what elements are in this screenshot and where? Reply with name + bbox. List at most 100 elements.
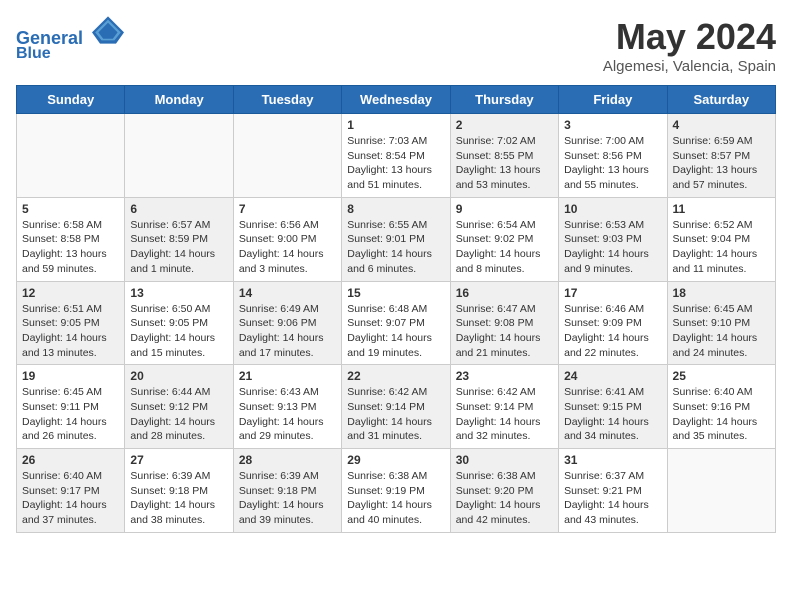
day-number: 1 xyxy=(347,118,444,132)
calendar-week-2: 5 Sunrise: 6:58 AM Sunset: 8:58 PM Daylig… xyxy=(17,197,776,281)
day-info: Sunrise: 6:40 AM Sunset: 9:16 PM Dayligh… xyxy=(673,385,770,444)
day-number: 20 xyxy=(130,369,227,383)
weekday-header-sunday: Sunday xyxy=(17,86,125,114)
day-number: 12 xyxy=(22,286,119,300)
calendar-cell: 8 Sunrise: 6:55 AM Sunset: 9:01 PM Daylig… xyxy=(342,197,450,281)
day-info: Sunrise: 6:56 AM Sunset: 9:00 PM Dayligh… xyxy=(239,218,336,277)
calendar-cell: 16 Sunrise: 6:47 AM Sunset: 9:08 PM Dayli… xyxy=(450,281,558,365)
day-info: Sunrise: 6:55 AM Sunset: 9:01 PM Dayligh… xyxy=(347,218,444,277)
calendar-table: SundayMondayTuesdayWednesdayThursdayFrid… xyxy=(16,85,776,533)
day-info: Sunrise: 7:00 AM Sunset: 8:56 PM Dayligh… xyxy=(564,134,661,193)
weekday-header-row: SundayMondayTuesdayWednesdayThursdayFrid… xyxy=(17,86,776,114)
day-number: 6 xyxy=(130,202,227,216)
weekday-header-wednesday: Wednesday xyxy=(342,86,450,114)
day-info: Sunrise: 6:39 AM Sunset: 9:18 PM Dayligh… xyxy=(130,469,227,528)
calendar-cell: 26 Sunrise: 6:40 AM Sunset: 9:17 PM Dayli… xyxy=(17,449,125,533)
day-number: 4 xyxy=(673,118,770,132)
day-number: 25 xyxy=(673,369,770,383)
calendar-cell: 6 Sunrise: 6:57 AM Sunset: 8:59 PM Daylig… xyxy=(125,197,233,281)
calendar-cell: 7Sunrise: 6:56 AM Sunset: 9:00 PM Daylig… xyxy=(233,197,341,281)
day-info: Sunrise: 6:54 AM Sunset: 9:02 PM Dayligh… xyxy=(456,218,553,277)
calendar-cell: 18 Sunrise: 6:45 AM Sunset: 9:10 PM Dayli… xyxy=(667,281,775,365)
month-title: May 2024 xyxy=(603,16,776,58)
calendar-week-3: 12 Sunrise: 6:51 AM Sunset: 9:05 PM Dayli… xyxy=(17,281,776,365)
day-info: Sunrise: 6:39 AM Sunset: 9:18 PM Dayligh… xyxy=(239,469,336,528)
day-number: 30 xyxy=(456,453,553,467)
calendar-cell: 31 Sunrise: 6:37 AM Sunset: 9:21 PM Dayli… xyxy=(559,449,667,533)
weekday-header-friday: Friday xyxy=(559,86,667,114)
logo-icon xyxy=(92,16,124,44)
weekday-header-saturday: Saturday xyxy=(667,86,775,114)
calendar-cell: 15 Sunrise: 6:48 AM Sunset: 9:07 PM Dayli… xyxy=(342,281,450,365)
day-info: Sunrise: 6:38 AM Sunset: 9:20 PM Dayligh… xyxy=(456,469,553,528)
calendar-cell: 9 Sunrise: 6:54 AM Sunset: 9:02 PM Daylig… xyxy=(450,197,558,281)
calendar-cell: 13Sunrise: 6:50 AM Sunset: 9:05 PM Dayli… xyxy=(125,281,233,365)
calendar-cell: 27Sunrise: 6:39 AM Sunset: 9:18 PM Dayli… xyxy=(125,449,233,533)
day-info: Sunrise: 6:40 AM Sunset: 9:17 PM Dayligh… xyxy=(22,469,119,528)
calendar-cell: 28 Sunrise: 6:39 AM Sunset: 9:18 PM Dayli… xyxy=(233,449,341,533)
calendar-cell: 10 Sunrise: 6:53 AM Sunset: 9:03 PM Dayli… xyxy=(559,197,667,281)
day-info: Sunrise: 7:03 AM Sunset: 8:54 PM Dayligh… xyxy=(347,134,444,193)
day-number: 3 xyxy=(564,118,661,132)
calendar-cell: 21 Sunrise: 6:43 AM Sunset: 9:13 PM Dayli… xyxy=(233,365,341,449)
day-number: 23 xyxy=(456,369,553,383)
day-number: 8 xyxy=(347,202,444,216)
calendar-cell: 22Sunrise: 6:42 AM Sunset: 9:14 PM Dayli… xyxy=(342,365,450,449)
day-number: 31 xyxy=(564,453,661,467)
logo: General Blue xyxy=(16,16,124,62)
location: Algemesi, Valencia, Spain xyxy=(603,58,776,75)
day-number: 14 xyxy=(239,286,336,300)
day-info: Sunrise: 6:43 AM Sunset: 9:13 PM Dayligh… xyxy=(239,385,336,444)
day-number: 18 xyxy=(673,286,770,300)
day-info: Sunrise: 6:53 AM Sunset: 9:03 PM Dayligh… xyxy=(564,218,661,277)
day-number: 5 xyxy=(22,202,119,216)
weekday-header-thursday: Thursday xyxy=(450,86,558,114)
calendar-cell: 3 Sunrise: 7:00 AM Sunset: 8:56 PM Daylig… xyxy=(559,114,667,198)
day-number: 15 xyxy=(347,286,444,300)
calendar-week-1: 1 Sunrise: 7:03 AM Sunset: 8:54 PM Daylig… xyxy=(17,114,776,198)
calendar-cell xyxy=(17,114,125,198)
day-number: 19 xyxy=(22,369,119,383)
calendar-cell: 23 Sunrise: 6:42 AM Sunset: 9:14 PM Dayli… xyxy=(450,365,558,449)
day-info: Sunrise: 6:37 AM Sunset: 9:21 PM Dayligh… xyxy=(564,469,661,528)
page-header: General Blue May 2024 Algemesi, Valencia… xyxy=(16,16,776,75)
calendar-cell: 24Sunrise: 6:41 AM Sunset: 9:15 PM Dayli… xyxy=(559,365,667,449)
calendar-cell xyxy=(667,449,775,533)
day-info: Sunrise: 6:52 AM Sunset: 9:04 PM Dayligh… xyxy=(673,218,770,277)
day-info: Sunrise: 6:48 AM Sunset: 9:07 PM Dayligh… xyxy=(347,302,444,361)
weekday-header-tuesday: Tuesday xyxy=(233,86,341,114)
day-number: 16 xyxy=(456,286,553,300)
day-number: 28 xyxy=(239,453,336,467)
calendar-cell: 2Sunrise: 7:02 AM Sunset: 8:55 PM Daylig… xyxy=(450,114,558,198)
calendar-cell: 30 Sunrise: 6:38 AM Sunset: 9:20 PM Dayli… xyxy=(450,449,558,533)
calendar-cell: 20 Sunrise: 6:44 AM Sunset: 9:12 PM Dayli… xyxy=(125,365,233,449)
day-info: Sunrise: 6:58 AM Sunset: 8:58 PM Dayligh… xyxy=(22,218,119,277)
day-number: 21 xyxy=(239,369,336,383)
calendar-cell: 14Sunrise: 6:49 AM Sunset: 9:06 PM Dayli… xyxy=(233,281,341,365)
calendar-cell xyxy=(125,114,233,198)
day-info: Sunrise: 6:59 AM Sunset: 8:57 PM Dayligh… xyxy=(673,134,770,193)
calendar-cell: 12 Sunrise: 6:51 AM Sunset: 9:05 PM Dayli… xyxy=(17,281,125,365)
day-info: Sunrise: 7:02 AM Sunset: 8:55 PM Dayligh… xyxy=(456,134,553,193)
day-info: Sunrise: 6:45 AM Sunset: 9:10 PM Dayligh… xyxy=(673,302,770,361)
calendar-cell: 29Sunrise: 6:38 AM Sunset: 9:19 PM Dayli… xyxy=(342,449,450,533)
calendar-cell xyxy=(233,114,341,198)
calendar-cell: 1 Sunrise: 7:03 AM Sunset: 8:54 PM Daylig… xyxy=(342,114,450,198)
day-info: Sunrise: 6:41 AM Sunset: 9:15 PM Dayligh… xyxy=(564,385,661,444)
day-info: Sunrise: 6:45 AM Sunset: 9:11 PM Dayligh… xyxy=(22,385,119,444)
day-info: Sunrise: 6:44 AM Sunset: 9:12 PM Dayligh… xyxy=(130,385,227,444)
day-number: 9 xyxy=(456,202,553,216)
day-info: Sunrise: 6:47 AM Sunset: 9:08 PM Dayligh… xyxy=(456,302,553,361)
day-info: Sunrise: 6:42 AM Sunset: 9:14 PM Dayligh… xyxy=(456,385,553,444)
day-number: 10 xyxy=(564,202,661,216)
day-info: Sunrise: 6:46 AM Sunset: 9:09 PM Dayligh… xyxy=(564,302,661,361)
day-info: Sunrise: 6:57 AM Sunset: 8:59 PM Dayligh… xyxy=(130,218,227,277)
calendar-cell: 11 Sunrise: 6:52 AM Sunset: 9:04 PM Dayli… xyxy=(667,197,775,281)
day-number: 11 xyxy=(673,202,770,216)
logo-text: General xyxy=(16,16,124,49)
calendar-cell: 25 Sunrise: 6:40 AM Sunset: 9:16 PM Dayli… xyxy=(667,365,775,449)
day-info: Sunrise: 6:50 AM Sunset: 9:05 PM Dayligh… xyxy=(130,302,227,361)
day-number: 26 xyxy=(22,453,119,467)
day-info: Sunrise: 6:51 AM Sunset: 9:05 PM Dayligh… xyxy=(22,302,119,361)
day-info: Sunrise: 6:42 AM Sunset: 9:14 PM Dayligh… xyxy=(347,385,444,444)
